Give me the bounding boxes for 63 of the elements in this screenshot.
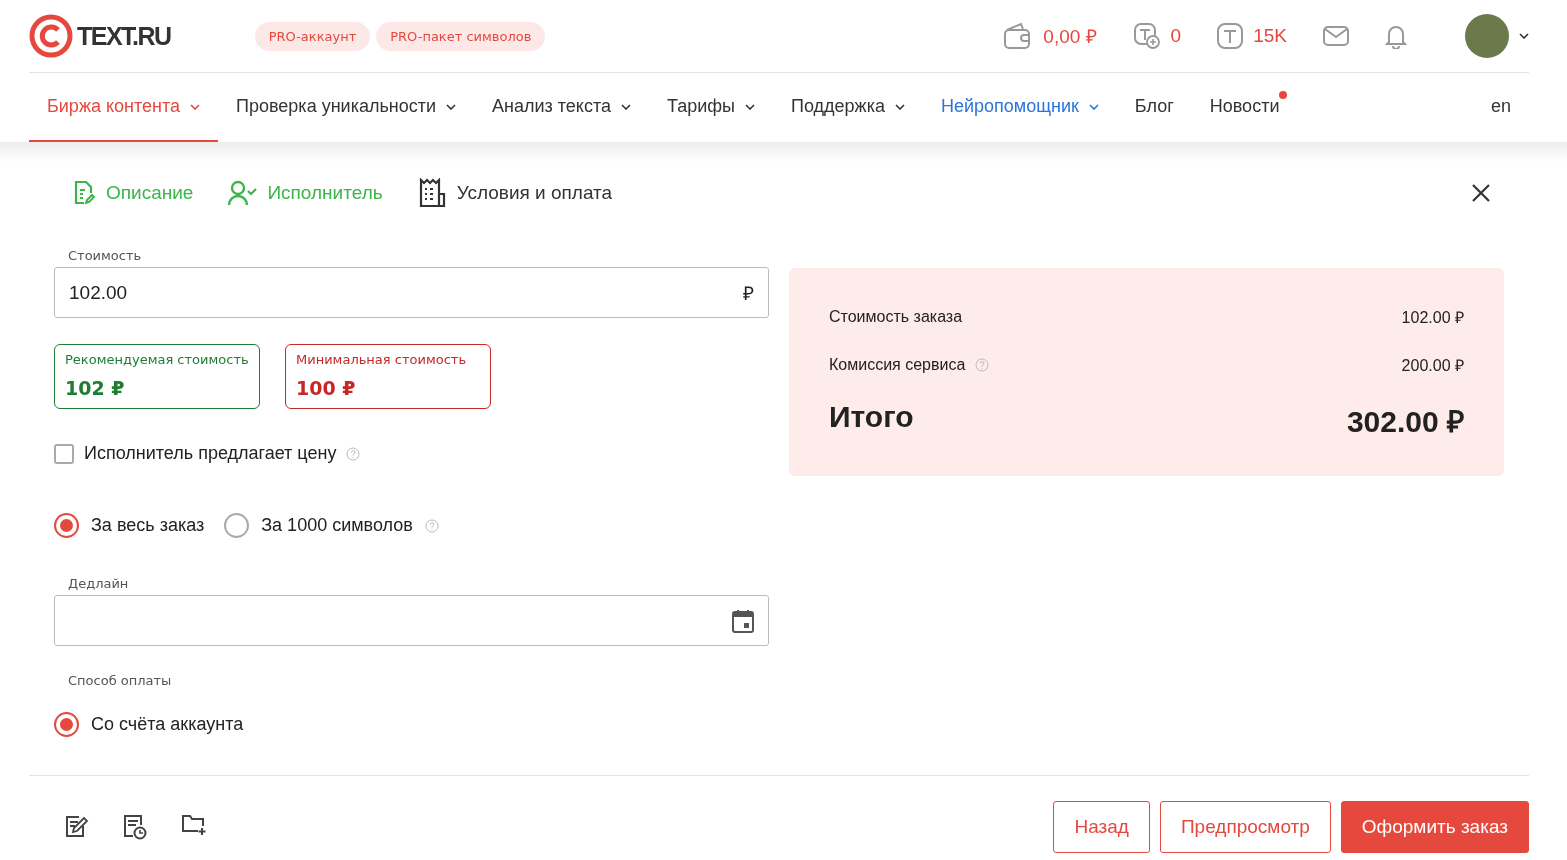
step-tab[interactable]: Условия и оплата xyxy=(416,178,613,208)
chevron-down-icon xyxy=(1088,103,1099,110)
help-icon[interactable] xyxy=(424,518,439,533)
radio-label[interactable]: Со счёта аккаунта xyxy=(91,714,244,735)
secondary-button[interactable]: Назад xyxy=(1053,801,1150,853)
folder-add-icon[interactable] xyxy=(181,814,207,836)
chevron-down-icon xyxy=(446,103,457,110)
radio-label[interactable]: За 1000 символов xyxy=(261,515,413,536)
avatar[interactable] xyxy=(1465,14,1509,58)
submit-order-button[interactable]: Оформить заказ xyxy=(1340,801,1529,853)
edit-document-icon[interactable] xyxy=(65,814,89,838)
close-button[interactable] xyxy=(1471,183,1491,203)
balance-value[interactable]: 0,00 ₽ xyxy=(1043,23,1097,49)
chevron-down-icon xyxy=(745,103,755,110)
hint-label: Рекомендуемая стоимость xyxy=(65,352,249,367)
summary-value: 102.00 ₽ xyxy=(1401,308,1464,328)
nav-item[interactable]: Анализ текста xyxy=(474,73,649,142)
summary-label: Стоимость заказа xyxy=(829,308,963,326)
radio-button[interactable] xyxy=(54,712,79,737)
chevron-down-icon xyxy=(190,103,200,110)
hint-label: Минимальная стоимость xyxy=(296,352,468,367)
total-label: Итого xyxy=(829,400,914,435)
copyright-logo-icon[interactable] xyxy=(29,14,73,58)
total-value: 302.00 ₽ xyxy=(1346,404,1464,440)
help-icon[interactable] xyxy=(975,358,990,372)
hint-value: 102 ₽ xyxy=(65,377,126,399)
balance-value[interactable]: 0 xyxy=(1170,25,1182,47)
logo-text[interactable]: TEXT.RU xyxy=(77,21,171,51)
bell-icon[interactable] xyxy=(1385,23,1407,49)
checkbox-label[interactable]: Исполнитель предлагает цену xyxy=(84,443,337,464)
chevron-down-icon xyxy=(621,103,631,110)
nav-item[interactable]: Проверка уникальности xyxy=(218,73,475,142)
nav-item[interactable]: Поддержка xyxy=(773,73,923,142)
price-field[interactable]: 102.00 ₽ xyxy=(54,267,769,318)
token-add-icon[interactable] xyxy=(1132,22,1161,50)
radio-label[interactable]: За весь заказ xyxy=(91,515,205,536)
checkbox[interactable] xyxy=(54,443,74,464)
nav-item[interactable]: Тарифы xyxy=(649,73,773,142)
chevron-down-icon xyxy=(894,103,905,110)
chevron-down-icon xyxy=(1519,33,1529,39)
calendar-icon[interactable] xyxy=(732,608,754,633)
nav-item[interactable]: Новости xyxy=(1191,73,1298,142)
balance-value[interactable]: 15K xyxy=(1253,25,1287,47)
mail-icon[interactable] xyxy=(1323,26,1349,46)
secondary-button[interactable]: Предпросмотр xyxy=(1159,801,1331,853)
field-label: Стоимость xyxy=(68,248,143,263)
user-check-icon xyxy=(227,180,258,206)
deadline-field[interactable] xyxy=(54,595,769,646)
field-label: Способ оплаты xyxy=(68,673,173,688)
nav-item[interactable]: en xyxy=(1472,73,1529,142)
help-icon[interactable] xyxy=(346,446,361,461)
summary-label: Комиссия сервиса xyxy=(829,356,966,374)
field-label: Дедлайн xyxy=(68,576,130,591)
radio-button[interactable] xyxy=(224,513,250,538)
document-clock-icon[interactable] xyxy=(123,814,147,840)
radio-button[interactable] xyxy=(54,513,79,538)
document-edit-icon xyxy=(72,180,96,206)
nav-item[interactable]: Блог xyxy=(1116,73,1192,142)
token-icon[interactable] xyxy=(1217,23,1244,49)
summary-value: 200.00 ₽ xyxy=(1401,356,1464,376)
hint-value: 100 ₽ xyxy=(296,377,357,399)
notification-dot xyxy=(1279,91,1288,99)
nav-item[interactable]: Нейропомощник xyxy=(922,73,1117,142)
